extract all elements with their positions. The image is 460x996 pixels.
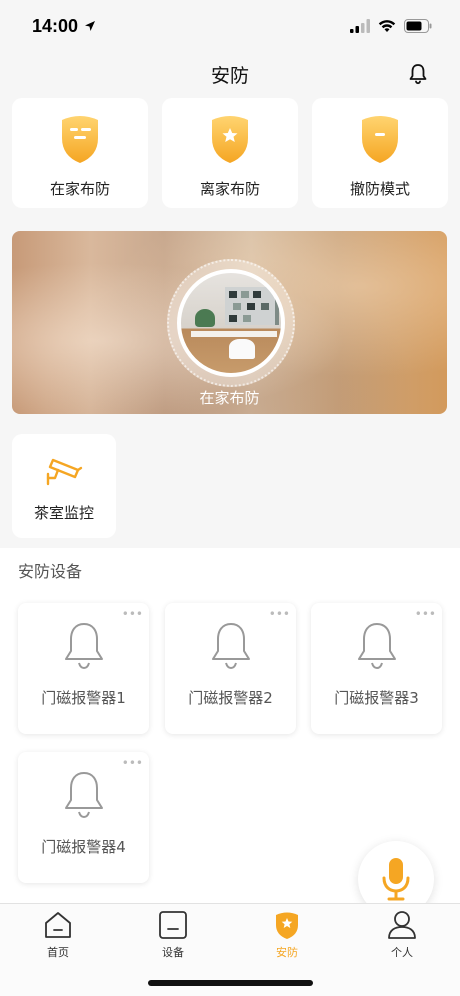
- signal-icon: [350, 19, 370, 33]
- mode-away-arm-button[interactable]: 离家布防: [162, 98, 298, 208]
- bell-icon: [64, 772, 103, 818]
- mode-label: 在家布防: [49, 180, 110, 198]
- table-illustration: [191, 331, 277, 337]
- current-mode-banner[interactable]: 在家布防: [12, 231, 447, 414]
- more-options-icon[interactable]: •••: [269, 608, 290, 620]
- shelf-illustration: [225, 287, 279, 325]
- bell-icon: [357, 623, 396, 669]
- person-icon: [388, 911, 416, 939]
- notification-bell-icon[interactable]: [406, 62, 430, 86]
- mode-disarm-button[interactable]: 撤防模式: [312, 98, 448, 208]
- shield-home-icon: [62, 116, 98, 163]
- security-camera-icon: [46, 458, 83, 486]
- device-label: 门磁报警器1: [41, 689, 126, 707]
- tab-label: 设备: [162, 946, 184, 959]
- device-card[interactable]: ••• 门磁报警器1: [18, 603, 149, 734]
- microphone-icon: [382, 858, 410, 901]
- shield-star-icon: [212, 116, 248, 163]
- device-card[interactable]: ••• 门磁报警器4: [18, 752, 149, 883]
- device-icon: [159, 911, 187, 939]
- home-indicator: [148, 980, 313, 986]
- shield-star-icon: [276, 912, 298, 939]
- chair-illustration: [229, 339, 255, 359]
- more-options-icon[interactable]: •••: [415, 608, 436, 620]
- device-card[interactable]: ••• 门磁报警器2: [165, 603, 296, 734]
- mode-home-arm-button[interactable]: 在家布防: [12, 98, 148, 208]
- location-arrow-icon: [85, 21, 96, 31]
- home-icon: [45, 912, 71, 938]
- device-card[interactable]: ••• 门磁报警器3: [311, 603, 442, 734]
- bell-icon: [64, 623, 103, 669]
- status-bar: 14:00: [0, 0, 460, 52]
- page-title: 安防: [210, 64, 249, 87]
- bell-icon: [211, 623, 250, 669]
- shield-minus-icon: [362, 116, 398, 163]
- status-icons: [350, 19, 432, 33]
- room-photo: [177, 269, 285, 377]
- tab-label: 个人: [391, 946, 413, 959]
- tab-profile[interactable]: 个人: [362, 910, 442, 960]
- banner-mode-label: 在家布防: [199, 389, 260, 407]
- nav-bar: 安防: [0, 52, 460, 96]
- status-time: 14:00: [32, 16, 96, 37]
- plant-illustration: [195, 309, 215, 327]
- more-options-icon[interactable]: •••: [122, 608, 143, 620]
- more-options-icon[interactable]: •••: [122, 757, 143, 769]
- section-title: 安防设备: [18, 562, 83, 581]
- wifi-icon: [378, 20, 396, 32]
- device-label: 门磁报警器4: [41, 838, 126, 856]
- mode-label: 离家布防: [199, 180, 260, 198]
- tab-label: 首页: [47, 946, 69, 959]
- tab-devices[interactable]: 设备: [133, 910, 213, 960]
- clock-text: 14:00: [32, 15, 79, 36]
- mode-label: 撤防模式: [349, 180, 410, 198]
- tab-home[interactable]: 首页: [18, 910, 98, 960]
- device-label: 门磁报警器2: [188, 689, 273, 707]
- camera-card[interactable]: 茶室监控: [12, 434, 116, 538]
- camera-label: 茶室监控: [33, 504, 94, 522]
- tab-label: 安防: [276, 946, 298, 959]
- battery-icon: [404, 19, 432, 33]
- mode-row: 在家布防 离家布防 撤防模式: [12, 98, 448, 208]
- tab-security[interactable]: 安防: [247, 910, 327, 960]
- device-label: 门磁报警器3: [334, 689, 419, 707]
